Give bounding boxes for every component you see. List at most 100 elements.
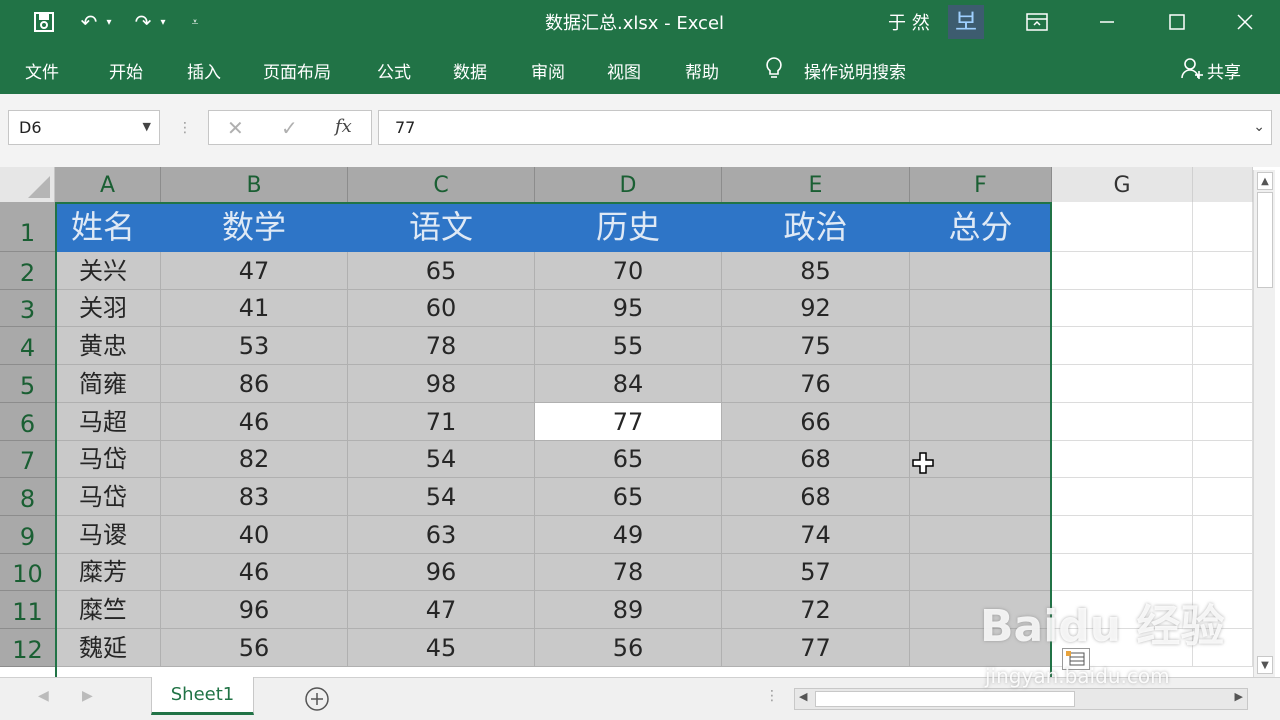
undo-icon[interactable]: ↶: [76, 8, 102, 36]
scroll-right-icon[interactable]: ▶: [1235, 690, 1243, 703]
score-cell[interactable]: 74: [722, 516, 910, 554]
table-cell[interactable]: [1193, 516, 1253, 554]
column-header-e[interactable]: E: [722, 167, 910, 202]
score-cell[interactable]: 47: [348, 591, 535, 629]
tab-formulas[interactable]: 公式: [377, 58, 411, 83]
tab-page-layout[interactable]: 页面布局: [263, 58, 331, 83]
student-name-cell[interactable]: 马岱: [55, 478, 161, 516]
add-sheet-icon[interactable]: [304, 686, 330, 716]
score-cell[interactable]: 68: [722, 478, 910, 516]
redo-icon[interactable]: ↷: [130, 8, 156, 36]
score-cell[interactable]: 85: [722, 252, 910, 290]
score-cell[interactable]: 76: [722, 365, 910, 403]
score-cell[interactable]: 95: [535, 290, 722, 327]
student-name-cell[interactable]: 糜竺: [55, 591, 161, 629]
formula-bar-resize-handle[interactable]: ⋮: [178, 120, 192, 136]
next-sheet-icon[interactable]: ▶: [82, 688, 93, 704]
table-cell[interactable]: [1193, 403, 1253, 441]
formula-input[interactable]: 77 ⌄: [378, 110, 1272, 145]
column-header-f[interactable]: F: [910, 167, 1052, 202]
horizontal-scrollbar[interactable]: ◀ ▶: [794, 688, 1248, 710]
expand-formula-bar-icon[interactable]: ⌄: [1253, 119, 1265, 135]
student-name-cell[interactable]: 糜芳: [55, 554, 161, 591]
select-all-button[interactable]: [0, 167, 55, 202]
score-cell[interactable]: [910, 327, 1052, 365]
row-header-3[interactable]: 3: [0, 290, 55, 327]
student-name-cell[interactable]: 黄忠: [55, 327, 161, 365]
score-cell[interactable]: 75: [722, 327, 910, 365]
column-header-h[interactable]: [1193, 167, 1253, 202]
score-cell[interactable]: [910, 554, 1052, 591]
score-cell[interactable]: 60: [348, 290, 535, 327]
table-cell[interactable]: [1193, 202, 1253, 252]
name-box[interactable]: D6 ▼: [8, 110, 160, 145]
tab-view[interactable]: 视图: [607, 58, 641, 83]
student-name-cell[interactable]: 简雍: [55, 365, 161, 403]
name-box-dropdown-icon[interactable]: ▼: [143, 120, 151, 133]
prev-sheet-icon[interactable]: ◀: [38, 688, 49, 704]
enter-check-icon[interactable]: ✓: [281, 116, 298, 140]
score-cell[interactable]: 68: [722, 441, 910, 478]
customize-toolbar-icon[interactable]: ⩡: [186, 8, 204, 36]
undo-dropdown-icon[interactable]: ▾: [102, 8, 116, 36]
table-cell[interactable]: [1193, 252, 1253, 290]
tab-home[interactable]: 开始: [109, 58, 143, 83]
insert-function-icon[interactable]: fx: [335, 116, 352, 137]
avatar[interactable]: 보: [948, 5, 984, 39]
row-header-9[interactable]: 9: [0, 516, 55, 554]
score-cell[interactable]: 57: [722, 554, 910, 591]
table-cell[interactable]: [1193, 290, 1253, 327]
split-handle[interactable]: ⋮: [765, 688, 779, 704]
row-header-4[interactable]: 4: [0, 327, 55, 365]
scroll-left-icon[interactable]: ◀: [799, 690, 807, 703]
table-cell[interactable]: [1052, 478, 1193, 516]
score-cell[interactable]: [910, 252, 1052, 290]
score-cell[interactable]: 56: [535, 629, 722, 667]
score-cell[interactable]: 54: [348, 478, 535, 516]
table-cell[interactable]: [1052, 202, 1193, 252]
score-cell[interactable]: 56: [161, 629, 348, 667]
table-header-math[interactable]: 数学: [161, 202, 348, 252]
tell-me-search[interactable]: 操作说明搜索: [804, 58, 906, 83]
table-header-name[interactable]: 姓名: [55, 202, 161, 252]
score-cell[interactable]: 77: [722, 629, 910, 667]
scroll-down-icon[interactable]: ▼: [1257, 656, 1273, 674]
score-cell[interactable]: 40: [161, 516, 348, 554]
tab-insert[interactable]: 插入: [187, 58, 221, 83]
table-cell[interactable]: [1193, 554, 1253, 591]
score-cell[interactable]: 47: [161, 252, 348, 290]
score-cell[interactable]: 49: [535, 516, 722, 554]
score-cell[interactable]: 65: [535, 478, 722, 516]
table-cell[interactable]: [1193, 441, 1253, 478]
table-cell[interactable]: [1193, 478, 1253, 516]
table-cell[interactable]: [1052, 252, 1193, 290]
row-header-10[interactable]: 10: [0, 554, 55, 591]
score-cell[interactable]: 98: [348, 365, 535, 403]
tab-data[interactable]: 数据: [453, 58, 487, 83]
redo-dropdown-icon[interactable]: ▾: [156, 8, 170, 36]
score-cell[interactable]: 96: [348, 554, 535, 591]
column-header-a[interactable]: A: [55, 167, 161, 202]
user-name[interactable]: 于 然: [888, 9, 930, 35]
row-header-7[interactable]: 7: [0, 441, 55, 478]
table-header-politics[interactable]: 政治: [722, 202, 910, 252]
score-cell[interactable]: 84: [535, 365, 722, 403]
maximize-icon[interactable]: [1164, 8, 1190, 36]
tab-review[interactable]: 审阅: [531, 58, 565, 83]
close-icon[interactable]: [1232, 8, 1258, 36]
score-cell[interactable]: 53: [161, 327, 348, 365]
score-cell[interactable]: 63: [348, 516, 535, 554]
score-cell[interactable]: 70: [535, 252, 722, 290]
score-cell[interactable]: 78: [348, 327, 535, 365]
score-cell[interactable]: [910, 403, 1052, 441]
score-cell[interactable]: [910, 365, 1052, 403]
share-button[interactable]: 共享: [1207, 58, 1241, 83]
table-cell[interactable]: [1052, 441, 1193, 478]
row-header-2[interactable]: 2: [0, 252, 55, 290]
table-cell[interactable]: [1052, 290, 1193, 327]
vertical-scroll-thumb[interactable]: [1257, 192, 1273, 288]
student-name-cell[interactable]: 关兴: [55, 252, 161, 290]
score-cell[interactable]: 54: [348, 441, 535, 478]
student-name-cell[interactable]: 马谡: [55, 516, 161, 554]
student-name-cell[interactable]: 魏延: [55, 629, 161, 667]
